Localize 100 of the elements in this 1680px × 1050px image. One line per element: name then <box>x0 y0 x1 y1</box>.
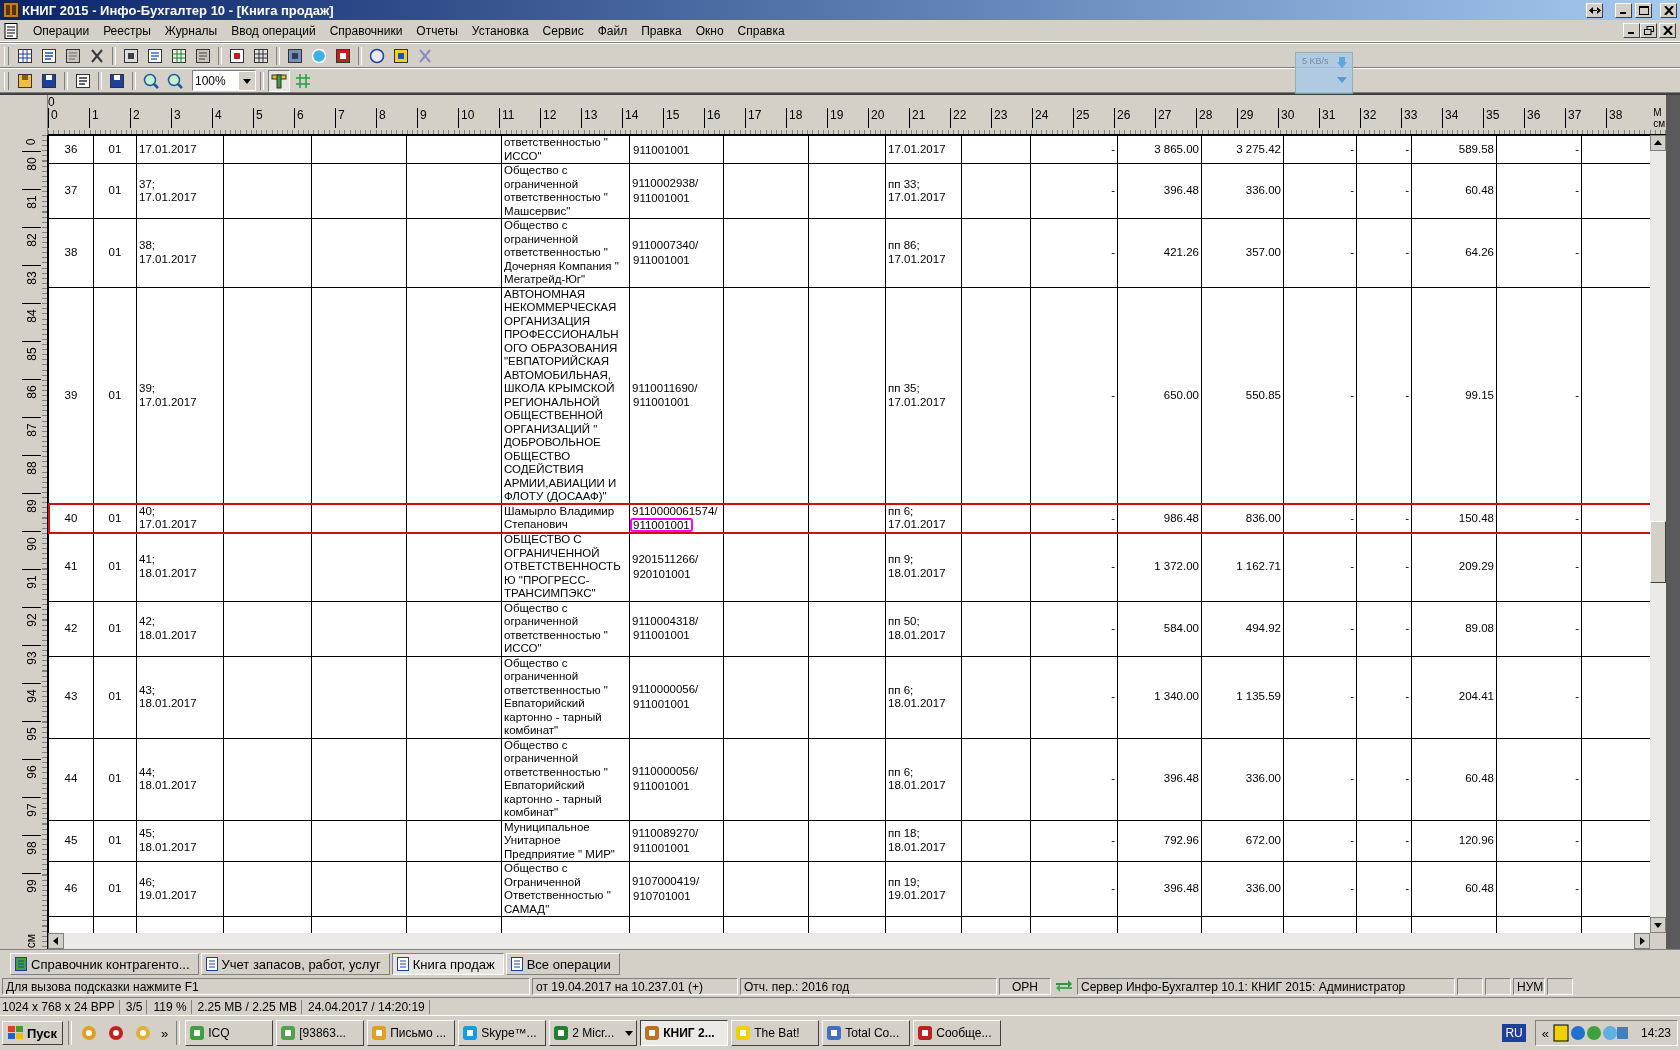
zoom-combo[interactable]: 100% <box>192 70 256 91</box>
counterparty-name: АВТОНОМНАЯ НЕКОММЕРЧЕСКАЯ ОРГАНИЗАЦИЯ ПРОФЕССИОНАЛЬН ОГО ОБРАЗОВАНИЯ "ЕВПАТОРИЙСКАЯ АВТОМОБИЛЬНАЯ, ШКОЛА КРЫМСКОЙ РЕГИОНАЛЬНОЙ ОБЩЕСТВЕННОЙ ОРГАНИЗАЦИЙ " ДОБРОВОЛЬНОЕ ОБЩЕСТВО СОДЕЙСТВИЯ АРМИИ,АВИАЦИИ И ФЛОТУ (ДОСААФ)" <box>504 288 619 503</box>
table-row[interactable]: 40 01 40; 17.01.2017 Шамырло Владимир Степанович 9110000061574/ 911001001 пп 6; 17.01.2017 - 986.48 836.00 - - 150.48 - <box>48 504 1650 533</box>
table-cell: - <box>1405 388 1409 401</box>
document-tab[interactable]: Учет запасов, работ, услуг <box>200 953 390 975</box>
menu-item[interactable]: Файл <box>590 23 635 38</box>
menu-item[interactable]: Отчеты <box>409 23 465 38</box>
scroll-right-icon[interactable] <box>1634 933 1650 949</box>
document-tab[interactable]: Все операции <box>505 953 620 975</box>
invoice-cell: 41; 18.01.2017 <box>139 553 197 581</box>
vertical-scrollbar[interactable] <box>1650 135 1666 933</box>
invoice-cell: 40; 17.01.2017 <box>139 505 197 532</box>
scroll-left-icon[interactable] <box>48 933 64 949</box>
taskbar-button[interactable]: КНИГ 2... <box>640 1020 729 1046</box>
document-icon[interactable] <box>4 22 18 39</box>
taskbar-button[interactable]: The Bat! <box>731 1020 820 1046</box>
table-row[interactable]: 38 01 38; 17.01.2017 Общество с ограниченной ответственностью " Дочерняя Компания " Мегатрейд-Юг" 9110007340/ 911001001 пп 86; 17.01.2017 - 421.26 357.00 - - 64.26 - <box>48 218 1650 287</box>
amount-cell: 120.96 <box>1458 834 1494 846</box>
table-row[interactable]: 44 01 44; 18.01.2017 Общество с ограниченной ответственностью " Евпаторийский картонно - тарный комбинат" 9110000056/ 911001001 пп 6; 18.01.2017 - 396.48 336.00 - - 60.48 - <box>48 738 1650 820</box>
menu-item[interactable]: Журналы <box>157 23 225 38</box>
scroll-up-icon[interactable] <box>1650 135 1666 151</box>
document-tab[interactable]: Книга продаж <box>391 953 504 975</box>
taskbar-button[interactable]: 2 Micr... <box>549 1020 638 1046</box>
table-row[interactable]: 45 01 45; 18.01.2017 Муниципальное Унитарное Предприятие " МИР" 9110089270/ 911001001 пп 18; 18.01.2017 - 792.96 672.00 - - 120.96 - <box>48 820 1650 862</box>
ruler-label: 0 <box>25 138 38 146</box>
scroll-thumb[interactable] <box>1650 521 1666 583</box>
menu-item[interactable]: Окно <box>688 23 731 38</box>
amount-cell: 421.26 <box>1163 246 1199 258</box>
menu-item[interactable]: Установка <box>464 23 536 38</box>
menu-item[interactable]: Правка <box>634 23 689 38</box>
document-tab[interactable]: Справочник контрагенто... <box>10 953 199 975</box>
taskbar-button[interactable]: Skype™... <box>458 1020 547 1046</box>
ruler-label: 93 <box>25 651 38 665</box>
ruler-icon[interactable] <box>268 69 290 92</box>
menu-item[interactable]: Справка <box>730 23 792 38</box>
row-number: 36 <box>64 142 78 155</box>
payment-cell: пп 19; 19.01.2017 <box>888 875 946 903</box>
menu-item[interactable]: Операции <box>26 23 97 38</box>
taskbar-button[interactable]: Сообще... <box>913 1020 1002 1046</box>
table-cell: - <box>1111 184 1115 197</box>
table-row[interactable]: 37 01 37; 17.01.2017 Общество с ограниченной ответственностью " Машсервис" 9110002938/ 911001001 пп 33; 17.01.2017 - 396.48 336.00 - - 60.48 - <box>48 163 1650 219</box>
table-row[interactable]: 46 01 46; 19.01.2017 Общество с Ограниченной Ответственностью " САМАД" 9107000419/ 910701001 пп 19; 19.01.2017 - 396.48 336.00 - - 60.48 - <box>48 861 1650 917</box>
scroll-down-icon[interactable] <box>1650 917 1666 933</box>
payment-cell: пп 33; 17.01.2017 <box>888 177 946 205</box>
minimize-icon[interactable] <box>1623 23 1640 38</box>
menu-item[interactable]: Ввод операций <box>224 23 323 38</box>
caret-icon[interactable] <box>625 1030 634 1036</box>
ruler-label: 37 <box>1565 108 1606 128</box>
kpp-text: 911001001 <box>632 696 691 711</box>
kpp-text: 911001001 <box>632 840 691 855</box>
restore-icon[interactable] <box>1640 23 1657 38</box>
amount-cell: 60.48 <box>1465 772 1494 785</box>
menu-item[interactable]: Справочники <box>322 23 410 38</box>
table-row[interactable]: 36 01 17.01.2017 ответственностью " ИССО" 911001001 17.01.2017 - 3 865.00 3 275.42 - - 589.58 - <box>48 135 1650 164</box>
document-icon[interactable] <box>510 957 523 971</box>
ruler-label: 34 <box>1442 108 1483 128</box>
menu-item[interactable]: Сервис <box>535 23 591 38</box>
table-row[interactable] <box>48 287 1650 504</box>
row-number: 42 <box>64 621 78 634</box>
table-row[interactable]: 42 01 42; 18.01.2017 Общество с ограниченной ответственностью " ИССО" 9110004318/ 911001001 пп 50; 18.01.2017 - 584.00 494.92 - - 89.08 - <box>48 601 1650 656</box>
more-button[interactable]: » <box>158 1025 172 1041</box>
invoice-cell: 38; 17.01.2017 <box>139 239 197 267</box>
ruler-label: 90 <box>25 537 38 551</box>
system-info: 1024 x 768 x 24 BPP <box>2 999 120 1014</box>
window-title: КНИГ 2015 - Инфо-Бухгалтер 10 - [Книга продаж] <box>22 2 334 18</box>
close-icon[interactable] <box>1660 2 1677 18</box>
dropdown-icon[interactable] <box>239 71 255 90</box>
table-cell: - <box>1405 772 1409 785</box>
table-cell: - <box>1405 690 1409 703</box>
table-cell: - <box>1575 882 1579 895</box>
maximize-icon[interactable] <box>1635 2 1652 18</box>
status-server: Сервер Инфо-Бухгалтер 10.1: КНИГ 2015: Администратор <box>1077 977 1455 995</box>
amount-cell: 60.48 <box>1465 882 1494 895</box>
table-cell: - <box>1111 388 1115 401</box>
horizontal-scrollbar[interactable] <box>48 933 1650 949</box>
document-icon[interactable] <box>205 957 218 971</box>
document-icon[interactable] <box>396 957 409 971</box>
menu-item[interactable]: Реестры <box>96 23 158 38</box>
kpp-text: 920101001 <box>632 566 692 581</box>
minimize-icon[interactable] <box>1615 2 1632 18</box>
ruler-label: 98 <box>25 841 38 855</box>
table-cell: 01 <box>108 142 122 155</box>
ruler-label: 32 <box>1360 108 1401 128</box>
clock: 14:23 <box>1640 1026 1671 1040</box>
taskbar-button[interactable]: [93863... <box>276 1020 365 1046</box>
taskbar-button[interactable]: Письмо ... <box>367 1020 456 1046</box>
inn-text: 9110004318/ <box>632 614 699 629</box>
table-row[interactable]: 43 01 43; 18.01.2017 Общество с ограниченной ответственностью " Евпаторийский картонно - тарный комбинат" 9110000056/ 911001001 пп 6; 18.01.2017 - 1 340.00 1 135.59 - - 204.41 - <box>48 656 1650 738</box>
language-indicator[interactable]: RU <box>1502 1024 1526 1042</box>
row-number: 43 <box>64 690 78 703</box>
resize-icon[interactable] <box>1586 2 1603 18</box>
tray-expand[interactable]: « <box>1541 1025 1549 1041</box>
tray-icons-drawing[interactable] <box>1552 1024 1629 1042</box>
taskbar-button[interactable]: Total Co... <box>822 1020 911 1046</box>
close-icon[interactable] <box>1659 23 1676 38</box>
inn-text: 9110007340/ <box>632 239 699 253</box>
ruler-label: 97 <box>25 803 38 817</box>
start-button[interactable]: Пуск <box>2 1021 63 1045</box>
taskbar-button[interactable]: ICQ <box>185 1020 274 1046</box>
flag-icon[interactable] <box>8 1026 24 1040</box>
